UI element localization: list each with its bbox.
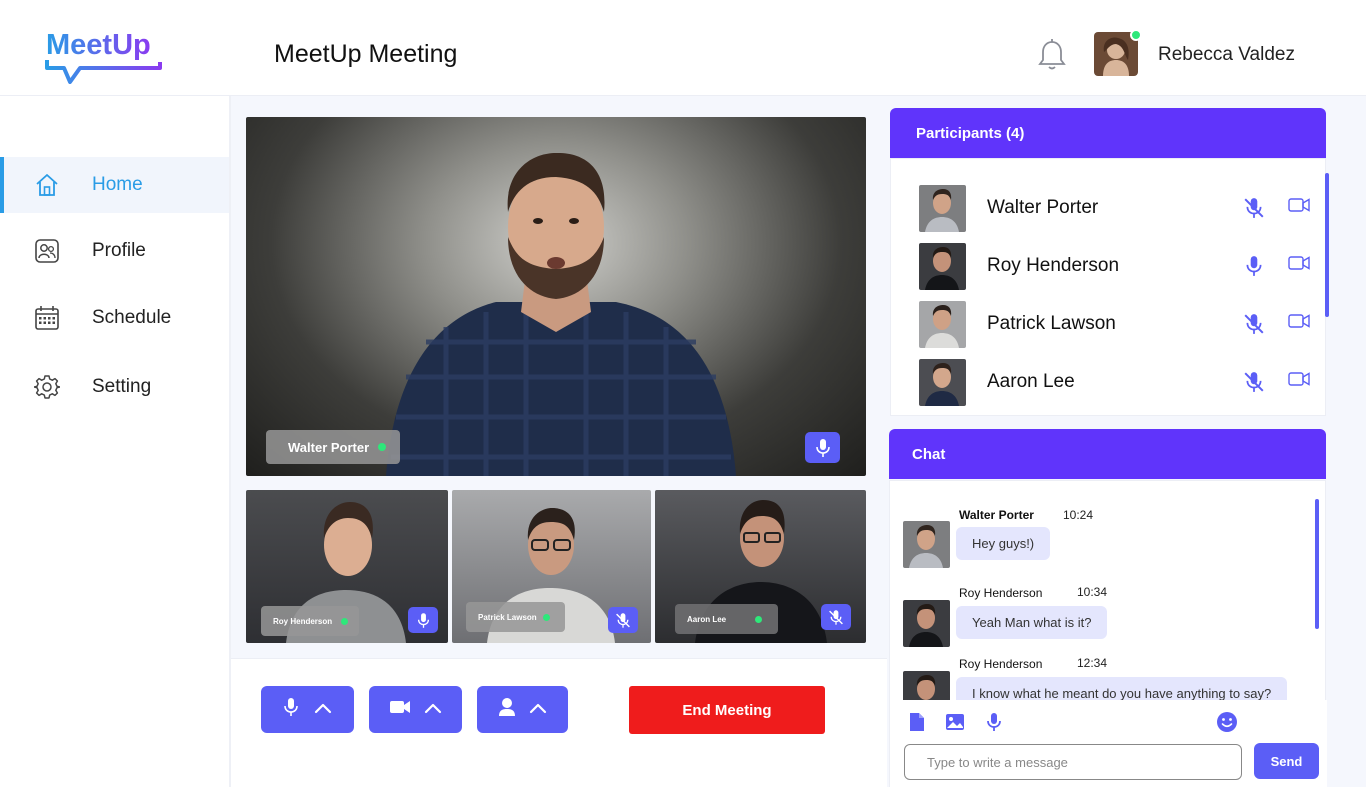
participants-title: Participants (4)	[916, 124, 1025, 142]
send-button[interactable]: Send	[1254, 743, 1319, 779]
participants-list: Walter Porter Roy Henderson Patrick Laws…	[890, 158, 1329, 416]
participants-header: Participants (4)	[890, 108, 1326, 158]
message-avatar	[903, 521, 950, 568]
participant-avatar	[919, 358, 966, 406]
participant-row[interactable]: Roy Henderson	[919, 242, 1319, 290]
user-name: Rebecca Valdez	[1158, 44, 1295, 65]
participants-scrollbar[interactable]	[1325, 173, 1329, 317]
microphone-muted-icon[interactable]	[1243, 313, 1265, 335]
online-status-dot	[755, 615, 763, 623]
speaker-name-tag: Walter Porter	[266, 430, 400, 464]
calendar-icon	[33, 304, 61, 332]
sidebar: Home Profile Schedule Setting	[0, 96, 231, 787]
participant-name: Patrick Lawson	[478, 612, 537, 622]
participant-avatar	[919, 300, 966, 348]
meeting-controls: End Meeting	[231, 658, 887, 787]
sidebar-item-label: Setting	[92, 376, 152, 397]
sidebar-item-label: Schedule	[92, 307, 172, 328]
participant-name-tag: Aaron Lee	[675, 604, 778, 634]
microphone-muted-icon[interactable]	[1243, 371, 1265, 393]
sidebar-item-label: Home	[92, 174, 143, 195]
microphone-muted-icon[interactable]	[608, 607, 638, 633]
participant-name: Roy Henderson	[273, 616, 333, 626]
participant-video-feed[interactable]: Aaron Lee	[655, 490, 866, 643]
speaker-name: Walter Porter	[288, 439, 370, 455]
message-sender: Walter Porter	[959, 508, 1034, 522]
video-camera-icon[interactable]	[1288, 313, 1310, 335]
microphone-icon[interactable]	[805, 432, 840, 463]
meetup-logo[interactable]: MeetUp	[44, 26, 174, 84]
chevron-up-icon[interactable]	[424, 701, 442, 719]
sidebar-item-setting[interactable]: Setting	[0, 359, 229, 415]
microphone-icon	[283, 696, 299, 723]
sidebar-item-home[interactable]: Home	[0, 157, 229, 213]
online-status-dot	[542, 613, 550, 621]
participant-name: Walter Porter	[987, 197, 1099, 218]
message-time: 12:34	[1077, 656, 1108, 670]
video-camera-icon[interactable]	[1288, 255, 1310, 277]
microphone-toggle-button[interactable]	[261, 686, 354, 733]
microphone-icon[interactable]	[983, 711, 1005, 733]
online-status-dot	[341, 617, 349, 625]
message-input[interactable]	[904, 744, 1242, 780]
video-camera-icon[interactable]	[1288, 371, 1310, 393]
home-icon	[33, 171, 61, 199]
participant-name: Aaron Lee	[987, 371, 1075, 392]
chat-panel: Walter Porter 10:24 Hey guys!) Roy Hende…	[889, 480, 1327, 787]
chat-header: Chat	[889, 429, 1326, 479]
svg-text:MeetUp: MeetUp	[46, 29, 151, 61]
participant-avatar	[919, 242, 966, 290]
end-meeting-button[interactable]: End Meeting	[629, 686, 825, 734]
video-camera-icon	[389, 699, 411, 720]
message-bubble: Hey guys!)	[956, 527, 1051, 560]
microphone-muted-icon[interactable]	[821, 604, 851, 630]
microphone-muted-icon[interactable]	[1243, 197, 1265, 219]
microphone-icon[interactable]	[1243, 255, 1265, 277]
participant-name-tag: Roy Henderson	[261, 606, 359, 636]
camera-toggle-button[interactable]	[369, 686, 462, 733]
page-title: MeetUp Meeting	[274, 40, 458, 68]
top-header: MeetUp MeetUp Meeting Rebecca Valdez	[0, 0, 1366, 96]
video-camera-icon[interactable]	[1288, 197, 1310, 219]
participant-name: Roy Henderson	[987, 255, 1120, 276]
participant-video-feed[interactable]: Roy Henderson	[246, 490, 448, 643]
chevron-up-icon[interactable]	[314, 701, 332, 719]
meeting-stage: Walter Porter Roy Henderson Patrick Laws…	[231, 96, 887, 787]
online-status-dot	[378, 443, 387, 451]
participant-name-tag: Patrick Lawson	[466, 602, 565, 632]
microphone-icon[interactable]	[408, 607, 438, 633]
participant-row[interactable]: Walter Porter	[919, 184, 1319, 232]
chevron-up-icon[interactable]	[529, 701, 547, 719]
profile-icon	[33, 237, 61, 265]
chat-composer: Send	[890, 700, 1327, 787]
participant-row[interactable]: Patrick Lawson	[919, 300, 1319, 348]
user-avatar[interactable]	[1094, 29, 1142, 76]
participant-avatar	[919, 184, 966, 232]
notification-bell-icon[interactable]	[1036, 38, 1068, 72]
person-icon	[498, 697, 516, 722]
chat-scrollbar[interactable]	[1315, 499, 1319, 629]
participant-name: Patrick Lawson	[987, 313, 1116, 334]
right-panel: Participants (4) Walter Porter Roy Hende…	[887, 96, 1366, 787]
message-time: 10:24	[1063, 508, 1094, 522]
emoji-icon[interactable]	[1216, 711, 1238, 733]
message-bubble: Yeah Man what is it?	[956, 606, 1108, 639]
chat-title: Chat	[912, 445, 946, 463]
message-sender: Roy Henderson	[959, 657, 1043, 671]
image-icon[interactable]	[944, 711, 966, 733]
message-avatar	[903, 600, 950, 647]
main-video-feed[interactable]: Walter Porter	[246, 117, 866, 476]
participant-video-feed[interactable]: Patrick Lawson	[452, 490, 651, 643]
participant-row[interactable]: Aaron Lee	[919, 358, 1319, 406]
participants-button[interactable]	[477, 686, 568, 733]
file-icon[interactable]	[906, 711, 928, 733]
gear-icon	[33, 373, 61, 401]
sidebar-item-schedule[interactable]: Schedule	[0, 290, 229, 346]
sidebar-item-profile[interactable]: Profile	[0, 223, 229, 279]
message-sender: Roy Henderson	[959, 586, 1043, 600]
participant-name: Aaron Lee	[687, 614, 727, 624]
message-time: 10:34	[1077, 585, 1108, 599]
online-status-dot	[1130, 29, 1142, 41]
sidebar-item-label: Profile	[92, 240, 146, 261]
